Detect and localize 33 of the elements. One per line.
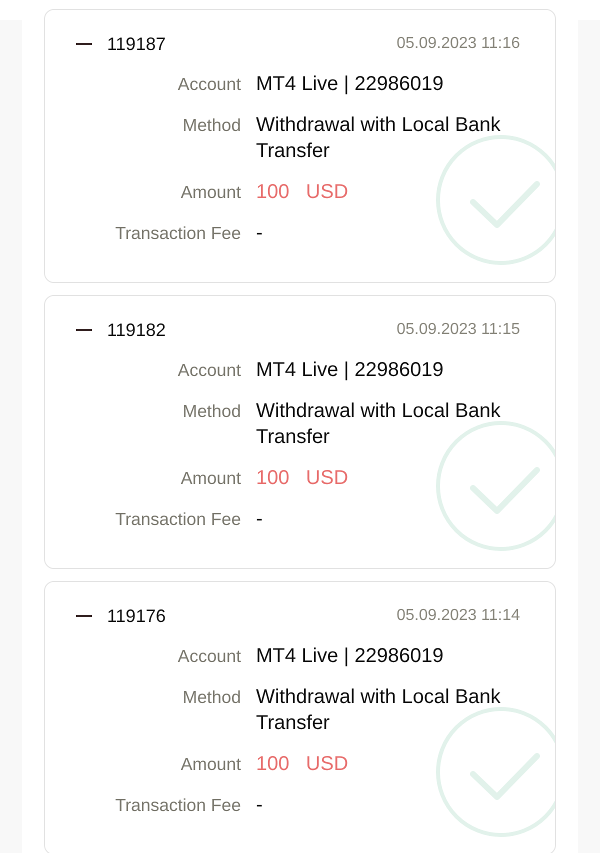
field-value: Withdrawal with Local Bank Transfer — [256, 399, 502, 450]
field-label: Method — [182, 400, 241, 423]
field-value: MT4 Live | 22986019 — [256, 72, 444, 97]
minus-icon[interactable] — [76, 43, 92, 45]
field-label: Account — [178, 73, 241, 96]
field-value: Withdrawal with Local Bank Transfer — [256, 685, 502, 736]
amount-value: 100 USD — [256, 180, 348, 205]
field-value: - — [256, 507, 263, 532]
field-label: Transaction Fee — [115, 794, 241, 817]
field-label: Amount — [180, 467, 241, 490]
minus-icon[interactable] — [76, 615, 92, 617]
amount-value: 100 USD — [256, 752, 348, 777]
field-label: Transaction Fee — [115, 508, 241, 531]
field-value: MT4 Live | 22986019 — [256, 358, 444, 383]
transaction-id: 119182 — [107, 319, 166, 342]
field-value: Withdrawal with Local Bank Transfer — [256, 113, 502, 164]
field-value: - — [256, 221, 263, 246]
field-value: - — [256, 793, 263, 818]
field-label: Account — [178, 645, 241, 668]
field-label: Amount — [180, 181, 241, 204]
transaction-id: 119176 — [107, 605, 166, 628]
field-label: Account — [178, 359, 241, 382]
field-label: Transaction Fee — [115, 222, 241, 245]
transaction-date: 05.09.2023 11:14 — [396, 606, 520, 626]
field-label: Method — [182, 114, 241, 137]
transaction-date: 05.09.2023 11:15 — [396, 320, 520, 340]
transaction-date: 05.09.2023 11:16 — [396, 34, 520, 54]
field-label: Method — [182, 686, 241, 709]
field-label: Amount — [180, 753, 241, 776]
minus-icon[interactable] — [76, 329, 92, 331]
field-value: MT4 Live | 22986019 — [256, 644, 444, 669]
transaction-id: 119187 — [107, 33, 166, 56]
amount-value: 100 USD — [256, 466, 348, 491]
